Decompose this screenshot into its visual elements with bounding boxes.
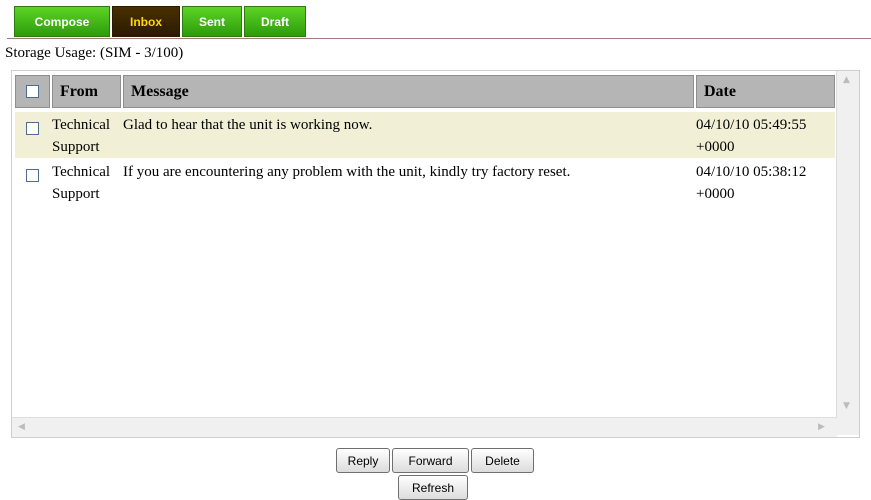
from-line: Technical (52, 164, 111, 180)
row-message: If you are encountering any problem with… (123, 164, 571, 180)
column-header-message[interactable]: Message (123, 75, 694, 108)
row-checkbox[interactable] (26, 122, 39, 135)
date-line: +0000 (696, 186, 735, 202)
vertical-scrollbar[interactable]: ▲ ▼ (836, 71, 859, 435)
column-header-from[interactable]: From (52, 75, 121, 108)
tab-bar: Compose Inbox Sent Draft (14, 6, 306, 37)
reply-button[interactable]: Reply (336, 448, 390, 473)
row-checkbox[interactable] (26, 169, 39, 182)
row-from: Technical Support (52, 114, 124, 158)
row-message: Glad to hear that the unit is working no… (123, 117, 373, 133)
from-line: Technical (52, 117, 111, 133)
row-date: 04/10/10 05:38:12 +0000 (696, 161, 836, 205)
scroll-down-icon[interactable]: ▼ (843, 401, 850, 411)
tab-sent[interactable]: Sent (182, 6, 242, 37)
select-all-checkbox[interactable] (26, 85, 39, 98)
date-line: +0000 (696, 139, 735, 155)
from-line: Support (52, 139, 100, 155)
storage-usage: Storage Usage: (SIM - 3/100) (5, 45, 184, 61)
table-row[interactable]: Technical Support If you are encounterin… (15, 159, 835, 205)
table-row[interactable]: Technical Support Glad to hear that the … (15, 112, 835, 158)
scroll-up-icon[interactable]: ▲ (843, 75, 850, 85)
tab-inbox[interactable]: Inbox (112, 6, 180, 37)
message-list: From Message Date Technical Support Glad… (11, 70, 860, 438)
from-line: Support (52, 186, 100, 202)
forward-button[interactable]: Forward (392, 448, 469, 473)
row-from: Technical Support (52, 161, 124, 205)
scroll-right-icon[interactable]: ▶ (818, 422, 825, 432)
horizontal-scrollbar[interactable]: ◀ ▶ (12, 417, 837, 437)
row-date: 04/10/10 05:49:55 +0000 (696, 114, 836, 158)
column-header-date[interactable]: Date (696, 75, 835, 108)
tab-compose[interactable]: Compose (14, 6, 110, 37)
delete-button[interactable]: Delete (471, 448, 534, 473)
refresh-button[interactable]: Refresh (398, 475, 468, 500)
scroll-left-icon[interactable]: ◀ (18, 422, 25, 432)
date-line: 04/10/10 05:49:55 (696, 117, 807, 133)
header-checkbox-cell (15, 75, 50, 108)
date-line: 04/10/10 05:38:12 (696, 164, 807, 180)
tab-draft[interactable]: Draft (244, 6, 306, 37)
tab-divider (7, 38, 871, 39)
